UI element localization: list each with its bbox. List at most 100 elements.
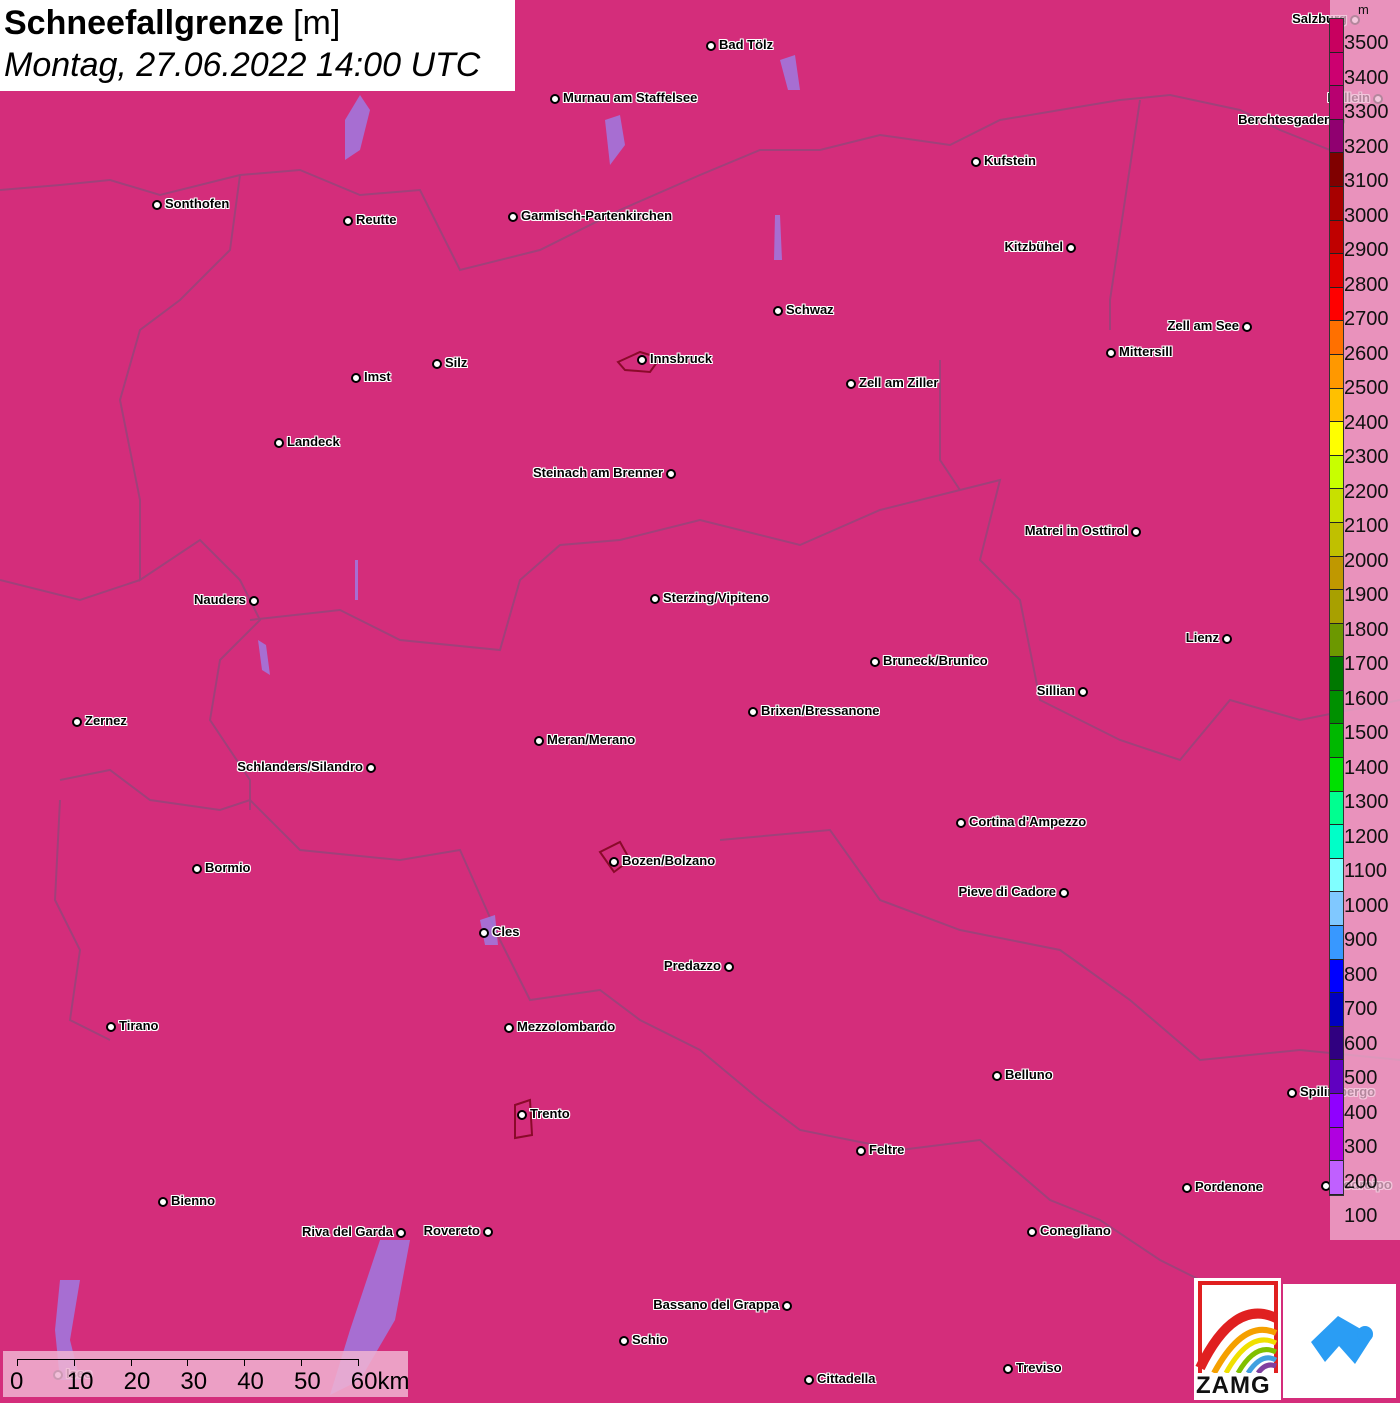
city-marker[interactable] (856, 1146, 866, 1156)
legend-swatch (1330, 825, 1343, 859)
city-marker[interactable] (550, 94, 560, 104)
city-marker[interactable] (1027, 1227, 1037, 1237)
legend-label: 1800 (1344, 618, 1389, 641)
city-marker[interactable] (192, 864, 202, 874)
city-marker[interactable] (396, 1228, 406, 1238)
city-marker[interactable] (782, 1301, 792, 1311)
city-marker[interactable] (1059, 888, 1069, 898)
legend-label: 900 (1344, 929, 1378, 951)
legend-label: 500 (1344, 1067, 1378, 1089)
city-label: Murnau am Staffelsee (563, 90, 698, 105)
city-marker[interactable] (956, 818, 966, 828)
city-label: Innsbruck (650, 351, 713, 366)
city-marker[interactable] (366, 763, 376, 773)
city-label: Kufstein (984, 153, 1036, 168)
city-label: Treviso (1016, 1360, 1062, 1375)
scale-label: 10 (66, 1368, 94, 1395)
legend-label: 1600 (1344, 687, 1389, 710)
legend-label: 2500 (1344, 377, 1389, 399)
city-marker[interactable] (870, 657, 880, 667)
city-label: Nauders (193, 592, 246, 607)
city-marker[interactable] (1131, 527, 1141, 537)
city-label: Bormio (205, 860, 251, 875)
city-marker[interactable] (504, 1023, 514, 1033)
legend-label: 700 (1344, 998, 1378, 1020)
legend-swatch (1330, 758, 1343, 792)
scale-label: 60km (350, 1368, 410, 1395)
city-marker[interactable] (1287, 1088, 1297, 1098)
legend-label: 800 (1344, 963, 1378, 986)
city-label: Schwaz (786, 302, 834, 317)
legend-label: 3000 (1344, 204, 1389, 227)
legend-swatch (1330, 220, 1343, 255)
city-label: Lienz (1185, 630, 1219, 645)
city-marker[interactable] (508, 212, 518, 222)
city-marker[interactable] (1106, 348, 1116, 358)
city-marker[interactable] (517, 1110, 527, 1120)
zamg-logo[interactable]: ZAMG (1194, 1278, 1281, 1400)
city-label: Pordenone (1195, 1179, 1263, 1194)
city-marker[interactable] (351, 373, 361, 383)
partner-logo[interactable] (1283, 1284, 1396, 1398)
city-label: Sonthofen (165, 196, 230, 211)
rainbow-icon (1195, 1281, 1279, 1375)
city-label: Landeck (287, 434, 340, 449)
city-marker[interactable] (158, 1197, 168, 1207)
city-marker[interactable] (534, 736, 544, 746)
city-label: Schio (632, 1332, 668, 1347)
city-marker[interactable] (706, 41, 716, 51)
city-label: Bassano del Grappa (653, 1297, 779, 1312)
city-marker[interactable] (637, 355, 647, 365)
scale-tick (73, 1359, 75, 1366)
city-marker[interactable] (72, 717, 82, 727)
legend-unit: m (1358, 2, 1369, 17)
city-label: Mezzolombardo (517, 1019, 616, 1034)
city-marker[interactable] (650, 594, 660, 604)
city-marker[interactable] (1003, 1364, 1013, 1374)
city-marker[interactable] (106, 1022, 116, 1032)
scale-tick (301, 1359, 302, 1366)
city-marker[interactable] (619, 1336, 629, 1346)
city-marker[interactable] (483, 1227, 493, 1237)
city-marker[interactable] (846, 379, 856, 389)
city-marker[interactable] (1078, 687, 1088, 697)
city-marker[interactable] (1242, 322, 1252, 332)
city-marker[interactable] (609, 857, 619, 867)
legend-swatch (1330, 623, 1343, 658)
city-label: Feltre (869, 1142, 905, 1157)
city-label: Imst (364, 369, 391, 384)
city-marker[interactable] (748, 707, 758, 717)
city-marker[interactable] (804, 1375, 814, 1385)
city-label: Meran/Merano (547, 732, 636, 747)
city-marker[interactable] (666, 469, 676, 479)
scale-bar: 0 10 20 30 40 50 60km (3, 1351, 410, 1397)
scale-tick (187, 1359, 189, 1366)
city-marker[interactable] (992, 1071, 1002, 1081)
legend-label: 2700 (1344, 308, 1389, 330)
city-marker[interactable] (343, 216, 353, 226)
legend-label: 1500 (1344, 722, 1389, 744)
legend-swatch (1330, 186, 1343, 221)
legend-label: 3100 (1344, 170, 1389, 192)
legend-label: 2000 (1344, 549, 1389, 572)
legend-swatch (1330, 791, 1343, 826)
color-legend (1329, 18, 1344, 1196)
legend-label: 2800 (1344, 273, 1389, 296)
city-marker[interactable] (479, 928, 489, 938)
city-marker[interactable] (432, 359, 442, 369)
city-marker[interactable] (152, 200, 162, 210)
city-marker[interactable] (1066, 243, 1076, 253)
city-marker[interactable] (1182, 1183, 1192, 1193)
city-marker[interactable] (724, 962, 734, 972)
city-marker[interactable] (1222, 634, 1232, 644)
legend-swatch (1330, 1127, 1343, 1162)
scale-tick (357, 1359, 359, 1366)
city-marker[interactable] (971, 157, 981, 167)
city-marker[interactable] (773, 306, 783, 316)
city-label: Schlanders/Silandro (237, 759, 363, 774)
legend-swatch (1330, 455, 1343, 490)
legend-swatch (1330, 959, 1343, 994)
legend-label: 3500 (1344, 32, 1389, 54)
city-marker[interactable] (274, 438, 284, 448)
city-marker[interactable] (249, 596, 259, 606)
